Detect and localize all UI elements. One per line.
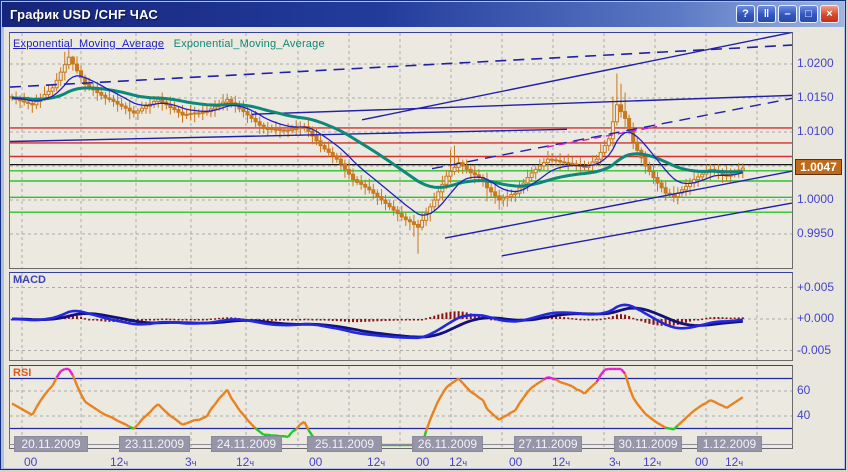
macd-tick-label: -0.005: [797, 343, 847, 357]
macd-pane[interactable]: [9, 272, 793, 361]
macd-tick-label: +0.000: [797, 311, 847, 325]
time-tick-label: 00: [695, 455, 725, 469]
time-tick-label: 12ч: [449, 455, 479, 469]
titlebar-freeze-button[interactable]: ‖: [757, 5, 776, 23]
rsi-tick-label: 60: [797, 383, 847, 397]
titlebar-close-button[interactable]: ×: [820, 5, 839, 23]
titlebar-maximize-button[interactable]: □: [799, 5, 818, 23]
time-tick-label: 12ч: [552, 455, 582, 469]
chart-client-area: Exponential_Moving_Average Exponential_M…: [4, 27, 844, 468]
price-tick-label: 1.0000: [797, 192, 847, 206]
date-badge: 20.11.2009: [14, 436, 88, 452]
time-tick-label: 3ч: [609, 455, 639, 469]
macd-tick-label: +0.005: [797, 280, 847, 294]
date-badge: 1.12.2009: [697, 436, 762, 452]
price-tick-label: 1.0150: [797, 90, 847, 104]
macd-canvas: [10, 273, 792, 360]
date-badge: 27.11.2009: [514, 436, 582, 452]
time-tick-label: 12ч: [236, 455, 266, 469]
price-tick-label: 1.0200: [797, 56, 847, 70]
time-tick-label: 12ч: [643, 455, 673, 469]
indicator-labels: Exponential_Moving_Average Exponential_M…: [13, 34, 325, 52]
ema-slow-label: Exponential_Moving_Average: [169, 38, 325, 50]
chart-window: График USD /CHF ЧАС ?‖–□× Exponential_Mo…: [0, 0, 846, 470]
ema-fast-label: Exponential_Moving_Average: [13, 38, 164, 50]
price-tick-label: 1.0100: [797, 124, 847, 138]
macd-label: MACD: [13, 274, 46, 286]
time-tick-label: 00: [24, 455, 54, 469]
price-chart-pane[interactable]: [9, 32, 793, 269]
price-tick-label: 0.9950: [797, 226, 847, 240]
time-tick-label: 12ч: [367, 455, 397, 469]
date-badge: 23.11.2009: [119, 436, 190, 452]
date-badge: 24.11.2009: [211, 436, 282, 452]
titlebar-help-button[interactable]: ?: [736, 5, 755, 23]
time-tick-label: 00: [416, 455, 446, 469]
rsi-tick-label: 40: [797, 408, 847, 422]
rsi-label: RSI: [13, 367, 31, 379]
price-chart-canvas: [10, 33, 792, 268]
current-price-badge: 1.0047: [795, 159, 842, 175]
time-tick-label: 00: [509, 455, 539, 469]
time-tick-label: 00: [309, 455, 339, 469]
titlebar-buttons: ?‖–□×: [736, 5, 839, 23]
time-tick-label: 3ч: [185, 455, 215, 469]
window-title: График USD /CHF ЧАС: [2, 7, 158, 22]
date-badge: 30.11.2009: [614, 436, 682, 452]
titlebar-minimize-button[interactable]: –: [778, 5, 797, 23]
time-tick-label: 12ч: [725, 455, 755, 469]
titlebar[interactable]: График USD /CHF ЧАС ?‖–□×: [2, 2, 844, 27]
date-badge: 25.11.2009: [307, 436, 382, 452]
time-tick-label: 12ч: [110, 455, 140, 469]
date-badge: 26.11.2009: [412, 436, 483, 452]
